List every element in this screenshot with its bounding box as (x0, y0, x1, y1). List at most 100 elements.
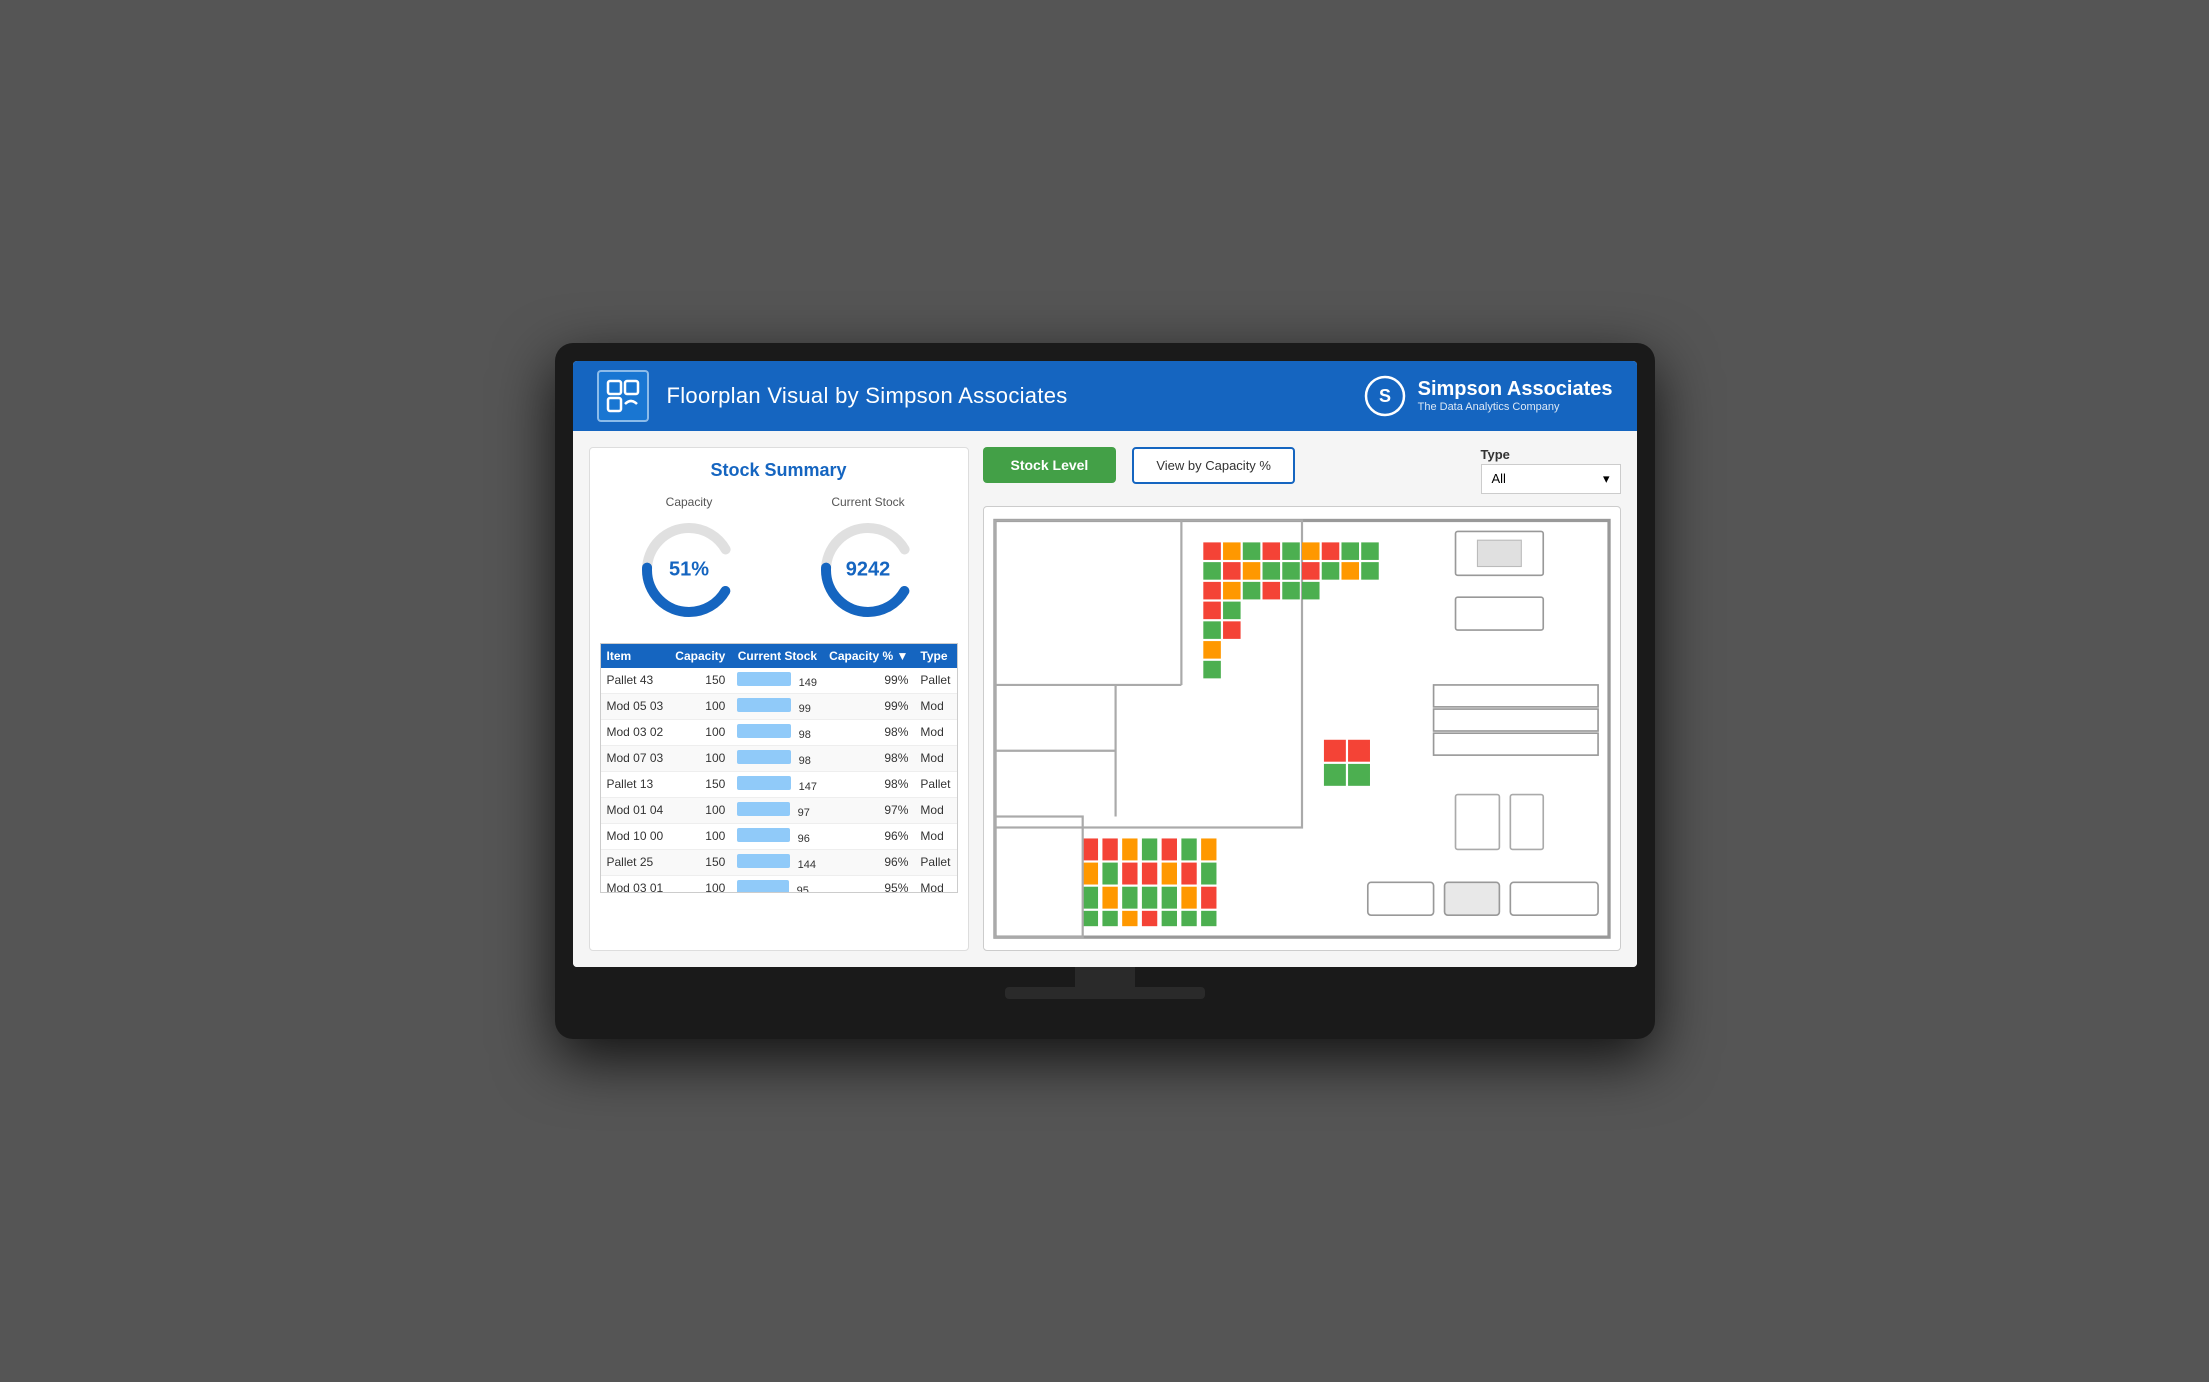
floorplan (983, 506, 1621, 952)
current-stock-value: 9242 (846, 558, 891, 581)
cell-item: Mod 01 04 (601, 797, 670, 823)
cell-item: Mod 10 00 (601, 823, 670, 849)
cell-capacity: 100 (669, 797, 731, 823)
cell-capacity-pct: 99% (823, 693, 914, 719)
type-dropdown-value: All (1492, 471, 1506, 486)
capacity-value: 51% (669, 558, 709, 581)
right-panel: Stock Level View by Capacity % Type All … (983, 447, 1621, 952)
stock-summary-title: Stock Summary (600, 460, 958, 481)
table-row: Pallet 43 150 149 99% Pallet (601, 668, 957, 694)
logo-box (597, 370, 649, 422)
current-stock-gauge-container: 9242 (813, 515, 923, 625)
cell-type: Mod (914, 797, 956, 823)
cell-capacity-pct: 96% (823, 823, 914, 849)
cell-current-stock: 97 (731, 797, 823, 823)
cell-type: Mod (914, 875, 956, 893)
col-capacity-pct: Capacity % ▼ (823, 644, 914, 668)
table-row: Pallet 13 150 147 98% Pallet (601, 771, 957, 797)
type-dropdown[interactable]: All ▾ (1481, 464, 1621, 494)
cell-capacity-pct: 98% (823, 745, 914, 771)
table-scroll-container[interactable]: Item Capacity Current Stock Capacity % ▼… (600, 643, 958, 893)
cell-current-stock: 96 (731, 823, 823, 849)
cell-capacity: 100 (669, 823, 731, 849)
cell-current-stock: 98 (731, 719, 823, 745)
cell-capacity: 100 (669, 693, 731, 719)
table-row: Mod 03 02 100 98 98% Mod (601, 719, 957, 745)
current-stock-gauge: Current Stock 9242 (813, 495, 923, 625)
cell-current-stock: 95 (731, 875, 823, 893)
cell-type: Pallet (914, 849, 956, 875)
screen: Floorplan Visual by Simpson Associates S… (573, 361, 1637, 968)
cell-type: Mod (914, 823, 956, 849)
cell-type: Mod (914, 693, 956, 719)
stand-base (1005, 987, 1205, 999)
controls-row: Stock Level View by Capacity % Type All … (983, 447, 1621, 494)
header: Floorplan Visual by Simpson Associates S… (573, 361, 1637, 431)
type-filter-label: Type (1481, 447, 1621, 462)
data-table: Item Capacity Current Stock Capacity % ▼… (601, 644, 957, 893)
table-row: Mod 05 03 100 99 99% Mod (601, 693, 957, 719)
col-item: Item (601, 644, 670, 668)
cell-capacity-pct: 96% (823, 849, 914, 875)
cell-capacity-pct: 98% (823, 719, 914, 745)
capacity-gauge-container: 51% (634, 515, 744, 625)
left-panel: Stock Summary Capacity (589, 447, 969, 952)
cell-item: Mod 05 03 (601, 693, 670, 719)
cell-capacity: 150 (669, 771, 731, 797)
cell-item: Pallet 13 (601, 771, 670, 797)
table-body: Pallet 43 150 149 99% Pallet Mod 05 03 1… (601, 668, 957, 893)
table-wrapper: Item Capacity Current Stock Capacity % ▼… (600, 643, 958, 893)
header-title: Floorplan Visual by Simpson Associates (667, 383, 1068, 409)
main-content: Stock Summary Capacity (573, 431, 1637, 968)
cell-capacity-pct: 97% (823, 797, 914, 823)
cell-capacity: 100 (669, 719, 731, 745)
type-filter: Type All ▾ (1481, 447, 1621, 494)
col-type: Type (914, 644, 956, 668)
capacity-label: Capacity (634, 495, 744, 509)
cell-item: Pallet 25 (601, 849, 670, 875)
table-row: Mod 07 03 100 98 98% Mod (601, 745, 957, 771)
cell-current-stock: 144 (731, 849, 823, 875)
stand-neck (1075, 967, 1135, 987)
table-row: Mod 10 00 100 96 96% Mod (601, 823, 957, 849)
header-left: Floorplan Visual by Simpson Associates (597, 370, 1068, 422)
cell-capacity: 100 (669, 745, 731, 771)
current-stock-label: Current Stock (813, 495, 923, 509)
cell-item: Mod 03 02 (601, 719, 670, 745)
cell-capacity: 150 (669, 849, 731, 875)
table-row: Mod 03 01 100 95 95% Mod (601, 875, 957, 893)
table-row: Pallet 25 150 144 96% Pallet (601, 849, 957, 875)
chevron-down-icon: ▾ (1603, 471, 1610, 487)
cell-type: Pallet (914, 668, 956, 694)
cell-capacity-pct: 99% (823, 668, 914, 694)
logo-icon (605, 378, 641, 414)
simpson-text: Simpson Associates The Data Analytics Co… (1418, 378, 1613, 413)
cell-type: Pallet (914, 771, 956, 797)
cell-current-stock: 98 (731, 745, 823, 771)
simpson-logo-icon: S (1364, 375, 1406, 417)
cell-capacity: 150 (669, 668, 731, 694)
capacity-gauge: Capacity 51% (634, 495, 744, 625)
stock-level-button[interactable]: Stock Level (983, 447, 1117, 483)
company-sub: The Data Analytics Company (1418, 401, 1613, 413)
cell-current-stock: 149 (731, 668, 823, 694)
cell-type: Mod (914, 719, 956, 745)
company-name: Simpson Associates (1418, 378, 1613, 401)
svg-text:S: S (1379, 386, 1391, 406)
cell-capacity-pct: 95% (823, 875, 914, 893)
gauge-row: Capacity 51% Curr (600, 495, 958, 625)
cell-item: Pallet 43 (601, 668, 670, 694)
table-row: Mod 01 04 100 97 97% Mod (601, 797, 957, 823)
view-capacity-button[interactable]: View by Capacity % (1132, 447, 1295, 484)
cell-capacity-pct: 98% (823, 771, 914, 797)
col-current-stock: Current Stock (731, 644, 823, 668)
monitor: Floorplan Visual by Simpson Associates S… (555, 343, 1655, 1040)
header-right: S Simpson Associates The Data Analytics … (1364, 375, 1613, 417)
cell-capacity: 100 (669, 875, 731, 893)
monitor-stand (573, 967, 1637, 999)
table-header-row: Item Capacity Current Stock Capacity % ▼… (601, 644, 957, 668)
cell-current-stock: 99 (731, 693, 823, 719)
cell-item: Mod 03 01 (601, 875, 670, 893)
floorplan-svg (984, 507, 1620, 951)
cell-current-stock: 147 (731, 771, 823, 797)
